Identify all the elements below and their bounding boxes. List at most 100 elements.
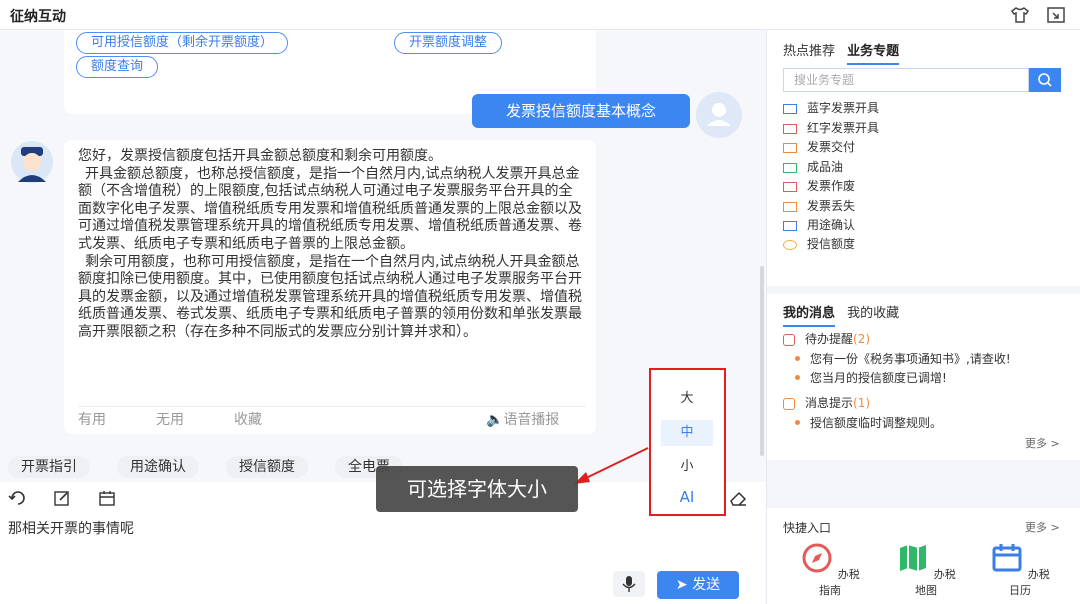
notice-icon bbox=[783, 397, 795, 410]
reminder-icon bbox=[783, 333, 795, 346]
answer-paragraph: 您好，发票授信额度包括开具金额总额度和剩余可用额度。 bbox=[78, 148, 442, 164]
bullet-dot bbox=[795, 420, 800, 425]
pending-title: 待办提醒 bbox=[805, 332, 854, 346]
confirm-icon bbox=[783, 220, 797, 231]
tax-officer-avatar-icon bbox=[11, 141, 53, 183]
invoice-icon bbox=[783, 103, 797, 114]
shirt-icon[interactable] bbox=[1010, 5, 1030, 25]
pending-reminder-header[interactable]: 待办提醒(2) bbox=[783, 330, 870, 347]
topic-refined-oil[interactable]: 成品油 bbox=[783, 159, 843, 175]
font-size-medium-option[interactable]: 中 bbox=[661, 420, 713, 446]
credit-icon bbox=[783, 239, 797, 250]
send-label: 发送 bbox=[692, 577, 721, 593]
more-quick-entry-link[interactable]: 更多 > bbox=[1025, 519, 1060, 535]
send-icon: ➤ bbox=[675, 577, 693, 593]
speaker-icon: 🔈 bbox=[486, 412, 504, 428]
suggestion-pill[interactable]: 可用授信额度（剩余开票额度） bbox=[76, 32, 289, 54]
more-messages-link[interactable]: 更多 > bbox=[1025, 435, 1060, 451]
pending-count: (2) bbox=[853, 332, 871, 346]
edit-icon[interactable] bbox=[52, 488, 72, 508]
lost-icon bbox=[783, 201, 797, 212]
message-item[interactable]: 您当月的授信额度已调增! bbox=[783, 369, 947, 386]
message-text: 您有一份《税务事项通知书》,请查收! bbox=[810, 352, 1011, 366]
topic-invoice-lost[interactable]: 发票丢失 bbox=[783, 198, 855, 214]
topic-search-input[interactable]: 搜业务专题 bbox=[783, 68, 1029, 92]
answer-paragraph: 开具金额总额度，也称总授信额度，是指一个自然月内,试点纳税人发票开具总金额（不含… bbox=[78, 165, 582, 252]
topic-blue-invoice[interactable]: 蓝字发票开具 bbox=[783, 100, 879, 116]
minimize-window-icon[interactable] bbox=[1046, 5, 1066, 25]
map-icon bbox=[900, 545, 927, 571]
bullet-dot bbox=[795, 356, 800, 361]
topic-label: 授信额度 bbox=[807, 237, 856, 251]
tab-my-messages[interactable]: 我的消息 bbox=[783, 302, 836, 327]
quick-entry-guide[interactable]: 办税指南 bbox=[795, 542, 865, 598]
annotation-arrow-icon bbox=[574, 447, 649, 484]
message-tabs: 我的消息 我的收藏 bbox=[783, 302, 1063, 327]
quick-chip[interactable]: 授信额度 bbox=[226, 456, 308, 478]
message-item[interactable]: 您有一份《税务事项通知书》,请查收! bbox=[783, 350, 1011, 367]
bot-answer-card: 您好，发票授信额度包括开具金额总额度和剩余可用额度。 开具金额总额度，也称总授信… bbox=[64, 140, 596, 434]
useless-button[interactable]: 无用 bbox=[156, 409, 184, 429]
microphone-button[interactable] bbox=[613, 571, 645, 597]
favorite-button[interactable]: 收藏 bbox=[234, 409, 262, 429]
topic-red-invoice[interactable]: 红字发票开具 bbox=[783, 120, 879, 136]
bullet-dot bbox=[795, 375, 800, 380]
notice-title: 消息提示 bbox=[805, 396, 854, 410]
quick-entry-map[interactable]: 办税地图 bbox=[891, 542, 961, 598]
section-divider bbox=[767, 460, 1080, 508]
answer-text: 您好，发票授信额度包括开具金额总额度和剩余可用额度。 开具金额总额度，也称总授信… bbox=[78, 148, 586, 342]
annotation-tooltip: 可选择字体大小 bbox=[376, 466, 578, 512]
message-input-text[interactable]: 那相关开票的事情呢 bbox=[8, 518, 134, 538]
topic-label: 发票丢失 bbox=[807, 199, 856, 213]
quick-entry-calendar[interactable]: 办税日历 bbox=[985, 542, 1055, 598]
calendar-icon[interactable] bbox=[97, 488, 117, 508]
voice-play-button[interactable]: 🔈语音播报 bbox=[486, 409, 559, 429]
hot-topic-tabs: 热点推荐 业务专题 bbox=[783, 40, 1063, 65]
answer-footer: 有用 无用 收藏 🔈语音播报 bbox=[78, 406, 586, 429]
message-text: 授信额度临时调整规则。 bbox=[810, 416, 943, 430]
user-avatar-icon bbox=[696, 92, 742, 138]
microphone-icon bbox=[622, 576, 636, 592]
topic-credit-limit[interactable]: 授信额度 bbox=[783, 236, 855, 252]
answer-paragraph: 剩余可用额度，也称可用授信额度，是指在一个自然月内,试点纳税人开具金额总额度扣除… bbox=[78, 253, 582, 340]
calendar-icon bbox=[992, 544, 1022, 572]
invoice-icon bbox=[783, 123, 797, 134]
voice-play-label: 语音播报 bbox=[503, 412, 560, 428]
void-icon bbox=[783, 181, 797, 192]
quick-chip[interactable]: 用途确认 bbox=[117, 456, 199, 478]
useful-button[interactable]: 有用 bbox=[78, 409, 106, 429]
title-bar: 征纳互动 bbox=[0, 0, 1080, 30]
message-input-area[interactable]: 那相关开票的事情呢 ➤ 发送 bbox=[0, 514, 766, 604]
quick-chip[interactable]: 开票指引 bbox=[8, 456, 90, 478]
message-item[interactable]: 授信额度临时调整规则。 bbox=[783, 414, 942, 431]
topic-invoice-void[interactable]: 发票作废 bbox=[783, 178, 855, 194]
topic-label: 发票作废 bbox=[807, 179, 856, 193]
quick-entry-title: 快捷入口 bbox=[783, 521, 832, 535]
right-panel: 热点推荐 业务专题 搜业务专题 蓝字发票开具 红字发票开具 发票交付 成品油 发… bbox=[766, 30, 1080, 604]
ai-font-button[interactable]: AI bbox=[661, 488, 713, 506]
tab-hot-recommend[interactable]: 热点推荐 bbox=[783, 40, 835, 63]
tab-my-favorites[interactable]: 我的收藏 bbox=[847, 302, 899, 325]
search-button[interactable] bbox=[1029, 68, 1061, 92]
topic-use-confirm[interactable]: 用途确认 bbox=[783, 217, 855, 233]
message-text: 您当月的授信额度已调增! bbox=[810, 371, 947, 385]
suggestion-pill[interactable]: 开票额度调整 bbox=[394, 32, 503, 54]
notice-header[interactable]: 消息提示(1) bbox=[783, 394, 870, 411]
search-icon bbox=[1038, 73, 1052, 87]
send-button[interactable]: ➤ 发送 bbox=[657, 571, 739, 599]
font-size-small-option[interactable]: 小 bbox=[661, 454, 713, 480]
delivery-icon bbox=[783, 142, 797, 153]
font-size-large-option[interactable]: 大 bbox=[661, 386, 713, 412]
topic-label: 用途确认 bbox=[807, 218, 856, 232]
tab-business-topics[interactable]: 业务专题 bbox=[847, 40, 900, 65]
refresh-icon[interactable] bbox=[8, 488, 28, 508]
section-divider bbox=[767, 286, 1080, 294]
font-size-menu: 大 中 小 AI bbox=[649, 368, 726, 516]
topic-label: 发票交付 bbox=[807, 140, 856, 154]
eraser-icon[interactable] bbox=[728, 488, 748, 508]
topic-invoice-delivery[interactable]: 发票交付 bbox=[783, 139, 855, 155]
chat-scrollbar[interactable] bbox=[760, 266, 764, 456]
topic-label: 蓝字发票开具 bbox=[807, 101, 880, 115]
suggestion-pill[interactable]: 额度查询 bbox=[76, 56, 159, 78]
notice-count: (1) bbox=[853, 396, 871, 410]
